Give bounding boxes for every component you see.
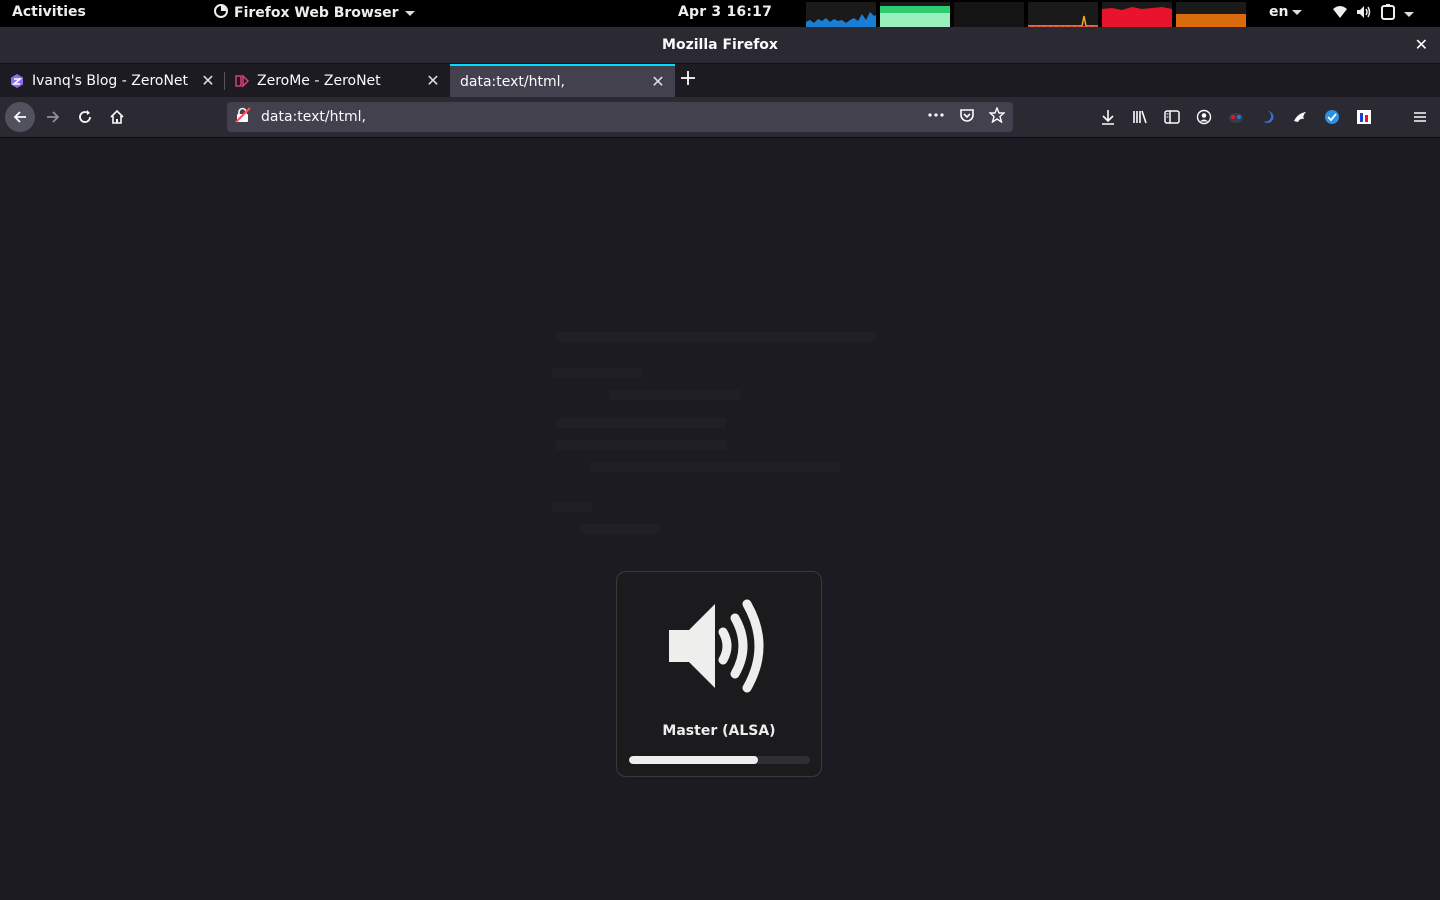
chevron-down-icon [1404,11,1414,17]
zeronet-blog-icon [10,73,24,88]
library-icon[interactable] [1124,101,1156,133]
insecure-page-icon[interactable] [235,107,251,127]
swap-graph[interactable] [954,2,1024,27]
app-menu-label: Firefox Web Browser [234,5,399,21]
account-icon[interactable] [1188,101,1220,133]
osd-device-label: Master (ALSA) [662,723,776,739]
speaker-high-icon [667,598,771,698]
activities-button[interactable]: Activities [12,4,86,20]
page-content [0,138,1440,900]
volume-icon [1356,4,1372,24]
reload-button[interactable] [71,103,99,131]
pocket-icon[interactable] [959,107,975,127]
forward-button[interactable] [39,103,67,131]
tab-strip: Ivanq's Blog - ZeroNet ✕ ZeroMe - ZeroNe… [0,64,1440,97]
faint-text-line [590,462,840,472]
url-text[interactable]: data:text/html, [261,109,927,125]
downloads-icon[interactable] [1092,101,1124,133]
disk-graph[interactable] [1102,2,1172,27]
faint-text-line [552,502,592,512]
battery-icon [1380,4,1396,24]
chevron-down-icon [404,10,415,16]
tab-ivanq-blog[interactable]: Ivanq's Blog - ZeroNet ✕ [0,64,225,97]
network-graph[interactable] [1028,2,1098,27]
faint-text-line [556,440,726,450]
extension-check-icon[interactable] [1316,101,1348,133]
language-switcher[interactable]: en [1269,4,1303,20]
home-icon [110,109,124,124]
zerome-icon [235,73,249,88]
tab-data-url[interactable]: data:text/html, ✕ [450,64,675,97]
back-button[interactable] [5,102,35,132]
language-label: en [1269,4,1289,20]
volume-osd: Master (ALSA) [616,571,822,777]
faint-text-line [556,418,726,428]
faint-text-line [610,390,740,400]
tab-label: data:text/html, [460,73,565,90]
tab-label: Ivanq's Blog - ZeroNet [32,72,189,89]
close-tab-icon[interactable]: ✕ [424,71,442,90]
privacy-badger-icon[interactable] [1220,101,1252,133]
system-status-menu[interactable] [1332,4,1414,24]
wifi-icon [1332,4,1348,24]
toolbar-icons [1092,97,1440,137]
window-title: Mozilla Firefox [662,37,778,53]
window-titlebar: Mozilla Firefox ✕ [0,27,1440,64]
close-window-button[interactable]: ✕ [1415,35,1428,54]
volume-level-fill [629,756,758,764]
chevron-down-icon [1292,9,1303,15]
cpu-graph[interactable] [806,2,876,27]
tab-zerome[interactable]: ZeroMe - ZeroNet ✕ [225,64,450,97]
firefox-icon [214,4,228,22]
gnome-top-bar: Activities Firefox Web Browser Apr 3 16:… [0,0,1440,27]
extension-flag-icon[interactable] [1348,101,1380,133]
sidebar-icon[interactable] [1156,101,1188,133]
url-bar[interactable]: data:text/html, [227,102,1013,132]
home-button[interactable] [103,103,131,131]
app-menu[interactable]: Firefox Web Browser [214,4,415,22]
faint-text-line [580,524,660,534]
volume-level-bar [629,756,810,764]
memory-graph[interactable] [880,2,950,27]
extension-bird-icon[interactable] [1284,101,1316,133]
hamburger-menu-icon[interactable] [1404,101,1436,133]
page-actions-icon[interactable] [927,107,945,127]
tab-label: ZeroMe - ZeroNet [257,72,381,89]
faint-text-line [552,368,642,378]
close-tab-icon[interactable]: ✕ [649,72,667,91]
toolbar-separator [1380,101,1404,133]
dark-reader-icon[interactable] [1252,101,1284,133]
faint-text-line [556,332,876,342]
bookmark-star-icon[interactable] [988,106,1006,127]
navigation-toolbar: data:text/html, [0,97,1440,138]
new-tab-button[interactable] [680,67,696,92]
arrow-right-icon [47,111,60,123]
reload-icon [79,110,91,123]
clock[interactable]: Apr 3 16:17 [678,4,772,20]
arrow-left-icon [13,111,26,123]
close-tab-icon[interactable]: ✕ [199,71,217,90]
thermal-graph[interactable] [1176,2,1246,27]
